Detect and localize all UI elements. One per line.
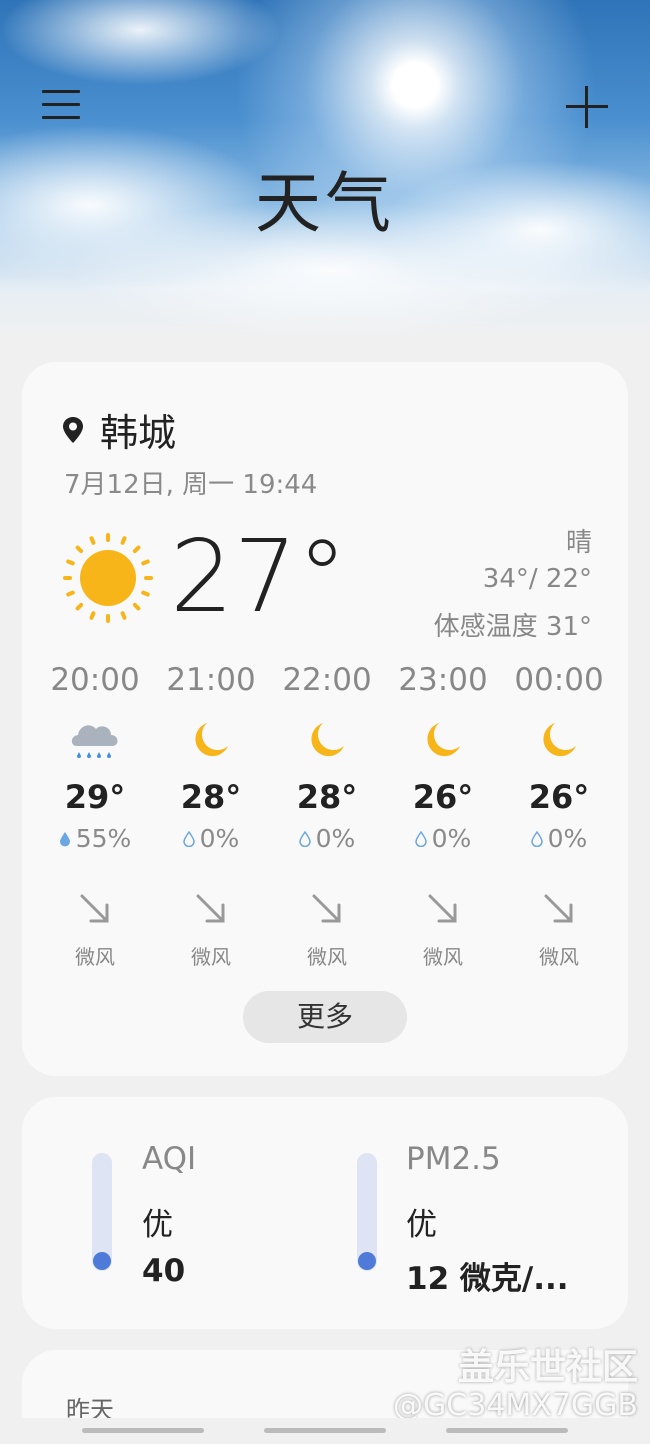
aqi-label: AQI — [142, 1141, 197, 1177]
hour-rain-probability: 0% — [315, 824, 356, 853]
hour-icon-wrap — [153, 716, 269, 764]
wind-direction-arrow-icon — [80, 894, 109, 923]
hour-wind-wrap — [501, 889, 617, 929]
raindrop-icon — [298, 830, 311, 847]
hour-wind: 微风 — [423, 945, 463, 969]
hour-time: 00:00 — [514, 662, 604, 698]
location-pin-icon — [63, 416, 83, 443]
air-quality-card[interactable]: AQI 优 40 PM2.5 优 12 微克/... — [22, 1097, 628, 1329]
moon-icon — [427, 723, 460, 757]
pm25-level: 优 — [406, 1207, 437, 1243]
nav-recent-indicator[interactable] — [82, 1428, 204, 1433]
hour-rain-probability: 55% — [75, 824, 132, 853]
pm25-gauge — [357, 1153, 377, 1271]
raindrop-icon — [414, 830, 427, 847]
aqi-gauge-indicator — [93, 1252, 111, 1270]
high-low-temperature: 34°/ 22° — [482, 564, 592, 594]
hour-wind: 微风 — [307, 945, 347, 969]
hour-time: 20:00 — [50, 662, 140, 698]
hour-wind-wrap — [37, 889, 153, 929]
hour-rain-probability: 0% — [547, 824, 588, 853]
hourly-item: 22:00 28° 0% 微风 — [269, 662, 385, 970]
hour-temperature: 28° — [296, 778, 358, 816]
watermark-community: 盖乐世社区 — [457, 1347, 638, 1388]
hour-time: 23:00 — [398, 662, 488, 698]
hourly-item: 20:00 29° 55% 微风 — [37, 662, 153, 970]
hour-icon-wrap — [269, 716, 385, 764]
pm25-label: PM2.5 — [406, 1141, 501, 1177]
hour-time: 22:00 — [282, 662, 372, 698]
raindrop-icon — [182, 830, 195, 847]
hourly-forecast[interactable]: 20:00 29° 55% 微风 21:00 28° 0% 微风 22:00 2… — [22, 662, 628, 969]
hour-wind-wrap — [269, 889, 385, 929]
menu-icon-bar — [42, 103, 80, 106]
hour-time: 21:00 — [166, 662, 256, 698]
page-title: 天气 — [255, 165, 395, 242]
hour-wind-wrap — [385, 889, 501, 929]
nav-home-indicator[interactable] — [264, 1428, 386, 1433]
pm25-gauge-indicator — [358, 1252, 376, 1270]
hour-rain-row: 0% — [385, 824, 501, 853]
hour-temperature: 29° — [64, 778, 126, 816]
wind-direction-arrow-icon — [428, 894, 457, 923]
hour-wind-wrap — [153, 889, 269, 929]
feels-like-temperature: 体感温度 31° — [433, 612, 592, 642]
hourly-item: 23:00 26° 0% 微风 — [385, 662, 501, 970]
hour-icon-wrap — [501, 716, 617, 764]
system-navigation-bar — [0, 1418, 650, 1444]
nav-back-indicator[interactable] — [446, 1428, 568, 1433]
hour-temperature: 28° — [180, 778, 242, 816]
hour-rain-row: 0% — [269, 824, 385, 853]
pm25-value: 12 微克/... — [406, 1261, 569, 1297]
raindrop-icon — [530, 830, 543, 847]
hour-rain-row: 0% — [153, 824, 269, 853]
hourly-item: 21:00 28° 0% 微风 — [153, 662, 269, 970]
hour-wind: 微风 — [539, 945, 579, 969]
current-weather-card[interactable]: 韩城 7月12日, 周一 19:44 27° 晴 34°/ 22° 体感温度 3… — [22, 362, 628, 1076]
add-location-button[interactable] — [566, 86, 608, 128]
wind-direction-arrow-icon — [196, 894, 225, 923]
update-datetime: 7月12日, 周一 19:44 — [64, 470, 318, 500]
raindrop-icon — [59, 831, 70, 846]
location-row: 韩城 — [62, 402, 176, 457]
hour-rain-row: 55% — [37, 824, 153, 853]
menu-button[interactable] — [42, 90, 80, 124]
hour-icon-wrap — [37, 716, 153, 764]
aqi-gauge — [92, 1153, 112, 1271]
city-name: 韩城 — [100, 411, 177, 455]
hour-wind: 微风 — [191, 945, 231, 969]
hour-rain-row: 0% — [501, 824, 617, 853]
wind-direction-arrow-icon — [312, 894, 341, 923]
aqi-level: 优 — [142, 1207, 173, 1243]
aqi-value: 40 — [142, 1253, 186, 1289]
more-button[interactable]: 更多 — [243, 991, 407, 1043]
moon-icon — [543, 723, 576, 757]
hour-rain-probability: 0% — [199, 824, 240, 853]
moon-icon — [195, 723, 228, 757]
weather-condition: 晴 — [565, 528, 592, 558]
menu-icon-bar — [42, 116, 80, 119]
moon-icon — [311, 723, 344, 757]
hourly-item: 00:00 26° 0% 微风 — [501, 662, 617, 970]
hour-rain-probability: 0% — [431, 824, 472, 853]
rain-cloud-icon — [71, 725, 118, 758]
hour-icon-wrap — [385, 716, 501, 764]
hour-temperature: 26° — [528, 778, 590, 816]
hour-temperature: 26° — [412, 778, 474, 816]
hour-wind: 微风 — [75, 945, 115, 969]
sun-icon — [63, 533, 153, 623]
current-temperature: 27° — [170, 518, 348, 635]
wind-direction-arrow-icon — [544, 894, 573, 923]
menu-icon — [42, 90, 80, 93]
